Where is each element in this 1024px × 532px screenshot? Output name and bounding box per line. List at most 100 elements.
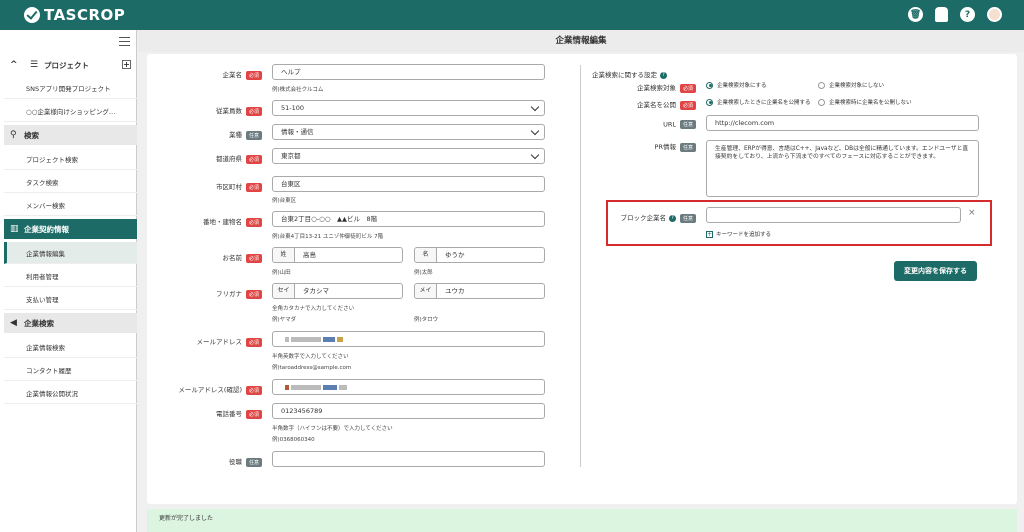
sidebar-group-search[interactable]: ⚲ 検索 bbox=[4, 125, 137, 145]
publish-name-label: 企業名を公開 必須 bbox=[600, 99, 696, 110]
company-name-hint: 例)株式会社クルコム bbox=[272, 87, 324, 93]
page-title: 企業情報編集 bbox=[138, 30, 1024, 52]
save-button[interactable]: 変更内容を保存する bbox=[894, 261, 977, 281]
optional-badge: 任意 bbox=[245, 130, 262, 140]
required-badge: 必須 bbox=[679, 83, 696, 93]
plus-icon: + bbox=[706, 230, 713, 238]
required-badge: 必須 bbox=[245, 154, 262, 164]
url-label: URL 任意 bbox=[600, 120, 696, 129]
address-input[interactable]: 台東2丁目○-○○ ▲▲ビル 8階 bbox=[272, 211, 545, 227]
sidebar-item-user-management[interactable]: 利用者管理 bbox=[4, 265, 137, 287]
required-badge: 必須 bbox=[245, 182, 262, 192]
required-badge: 必須 bbox=[245, 409, 262, 419]
sidebar-item-task-search[interactable]: タスク検索 bbox=[4, 171, 137, 193]
publish-name-off-radio[interactable]: 企業検索時に企業名を公開しない bbox=[818, 98, 912, 106]
app-logo[interactable]: TASCROP bbox=[24, 6, 125, 24]
close-icon[interactable]: × bbox=[968, 208, 976, 218]
employees-select[interactable]: 51-100 bbox=[272, 100, 545, 116]
avatar[interactable] bbox=[987, 7, 1002, 22]
last-kana-hint: 例)ヤマダ bbox=[272, 317, 297, 323]
pr-label: PR情報 任意 bbox=[600, 141, 696, 152]
optional-badge: 任意 bbox=[679, 142, 696, 152]
block-company-label: ブロック企業名? 任意 bbox=[600, 212, 696, 223]
email-input[interactable] bbox=[272, 331, 545, 347]
sidebar-group-company-search[interactable]: ◀ 企業検索 bbox=[4, 313, 137, 333]
phone-label: 電話番号 必須 bbox=[180, 408, 262, 419]
last-kana-input[interactable]: セイ タカシマ bbox=[272, 283, 403, 299]
sidebar-item-company-edit[interactable]: 企業情報編集 bbox=[4, 242, 137, 264]
pr-textarea[interactable]: 生産管理、ERPが得意、言語はC++、Javaなど、DBは全般に精通しています。… bbox=[706, 140, 979, 197]
sidebar-item-contact-history[interactable]: コンタクト履歴 bbox=[4, 359, 137, 381]
required-badge: 必須 bbox=[245, 253, 262, 263]
optional-badge: 任意 bbox=[679, 120, 696, 129]
redacted-text bbox=[337, 336, 343, 342]
sidebar-group-project[interactable]: ^ ☰ プロジェクト + bbox=[4, 55, 137, 75]
last-name-input[interactable]: 姓高島 bbox=[272, 247, 403, 263]
last-name-hint: 例)山田 bbox=[272, 270, 291, 276]
industry-select[interactable]: 情報・通信 bbox=[272, 124, 545, 140]
redacted-text bbox=[323, 336, 335, 342]
search-target-on-radio[interactable]: 企業検索対象にする bbox=[706, 81, 767, 89]
column-divider bbox=[580, 65, 581, 467]
required-badge: 必須 bbox=[245, 385, 262, 395]
furigana-hint: 全角カタカナで入力してください bbox=[272, 306, 355, 312]
company-name-input[interactable]: ヘルプ bbox=[272, 64, 545, 80]
radio-unchecked-icon bbox=[818, 81, 825, 89]
first-kana-hint: 例)タロウ bbox=[414, 317, 439, 323]
trash-icon[interactable]: 🗑 bbox=[908, 7, 923, 22]
first-kana-input[interactable]: メイ ユウカ bbox=[414, 283, 545, 299]
search-settings-title: 企業検索に関する設定? bbox=[592, 69, 667, 79]
help-icon[interactable]: ? bbox=[660, 71, 667, 79]
add-keyword-button[interactable]: + キーワードを追加する bbox=[706, 230, 771, 238]
add-project-icon[interactable]: + bbox=[122, 60, 131, 69]
chevron-down-icon bbox=[530, 150, 540, 160]
sidebar-item-project-search[interactable]: プロジェクト検索 bbox=[4, 148, 137, 170]
sidebar-group-label: プロジェクト bbox=[44, 60, 89, 70]
sidebar-group-label: 企業検索 bbox=[24, 318, 54, 328]
position-input[interactable] bbox=[272, 451, 545, 467]
required-badge: 必須 bbox=[679, 100, 696, 110]
help-icon[interactable]: ? bbox=[668, 214, 676, 222]
position-label: 役職 任意 bbox=[180, 456, 262, 467]
city-input[interactable]: 台東区 bbox=[272, 176, 545, 192]
email-label: メールアドレス 必須 bbox=[180, 336, 262, 347]
sidebar-item-publish-status[interactable]: 企業情報公開状況 bbox=[4, 382, 137, 404]
address-hint: 例)台東4丁目13-21 ユニゾ仲御徒町ビル 7階 bbox=[272, 234, 384, 240]
app-name: TASCROP bbox=[44, 6, 126, 24]
toast-message: 更新が完了しました bbox=[147, 509, 1017, 532]
required-badge: 必須 bbox=[245, 70, 262, 80]
sidebar-item-project[interactable]: SNSアプリ開発プロジェクト bbox=[4, 77, 137, 99]
block-company-input[interactable] bbox=[706, 207, 961, 223]
check-logo-icon bbox=[24, 7, 40, 23]
sidebar: ^ ☰ プロジェクト + SNSアプリ開発プロジェクト ○○企業様向けショッピン… bbox=[0, 30, 137, 532]
phone-input[interactable]: 0123456789 bbox=[272, 403, 545, 419]
publish-name-on-radio[interactable]: 企業検索したときに企業名を公開する bbox=[706, 98, 811, 106]
first-name-prefix: 名 bbox=[415, 248, 437, 262]
required-badge: 必須 bbox=[245, 217, 262, 227]
last-kana-prefix: セイ bbox=[273, 284, 295, 298]
help-icon[interactable]: ? bbox=[960, 7, 975, 22]
furigana-label: フリガナ 必須 bbox=[180, 288, 262, 299]
sidebar-group-label: 検索 bbox=[24, 130, 39, 140]
sidebar-item-company-search[interactable]: 企業情報検索 bbox=[4, 336, 137, 358]
chevron-down-icon bbox=[530, 126, 540, 136]
prefecture-select[interactable]: 東京都 bbox=[272, 148, 545, 164]
bell-icon[interactable] bbox=[935, 7, 948, 22]
sidebar-group-contract[interactable]: ▥ 企業契約情報 bbox=[4, 219, 137, 239]
sidebar-item-payment[interactable]: 支払い管理 bbox=[4, 288, 137, 310]
sidebar-item-project[interactable]: ○○企業様向けショッピング… bbox=[4, 100, 137, 122]
url-input[interactable]: http://clecom.com bbox=[706, 115, 979, 131]
prefecture-label: 都道府県 必須 bbox=[180, 153, 262, 164]
menu-icon[interactable] bbox=[119, 37, 130, 46]
chevron-down-icon bbox=[530, 102, 540, 112]
first-name-input[interactable]: 名ゆうか bbox=[414, 247, 545, 263]
company-name-label: 企業名 必須 bbox=[180, 69, 262, 80]
email-example: 例)taroaddress@sample.com bbox=[272, 365, 352, 371]
sidebar-item-member-search[interactable]: メンバー検索 bbox=[4, 194, 137, 216]
search-icon: ⚲ bbox=[10, 129, 17, 140]
email-confirm-label: メールアドレス(確認) 必須 bbox=[160, 384, 262, 395]
email-confirm-input[interactable] bbox=[272, 379, 545, 395]
search-target-off-radio[interactable]: 企業検索対象にしない bbox=[818, 81, 884, 89]
redacted-text bbox=[291, 336, 321, 342]
megaphone-icon: ◀ bbox=[10, 317, 17, 328]
